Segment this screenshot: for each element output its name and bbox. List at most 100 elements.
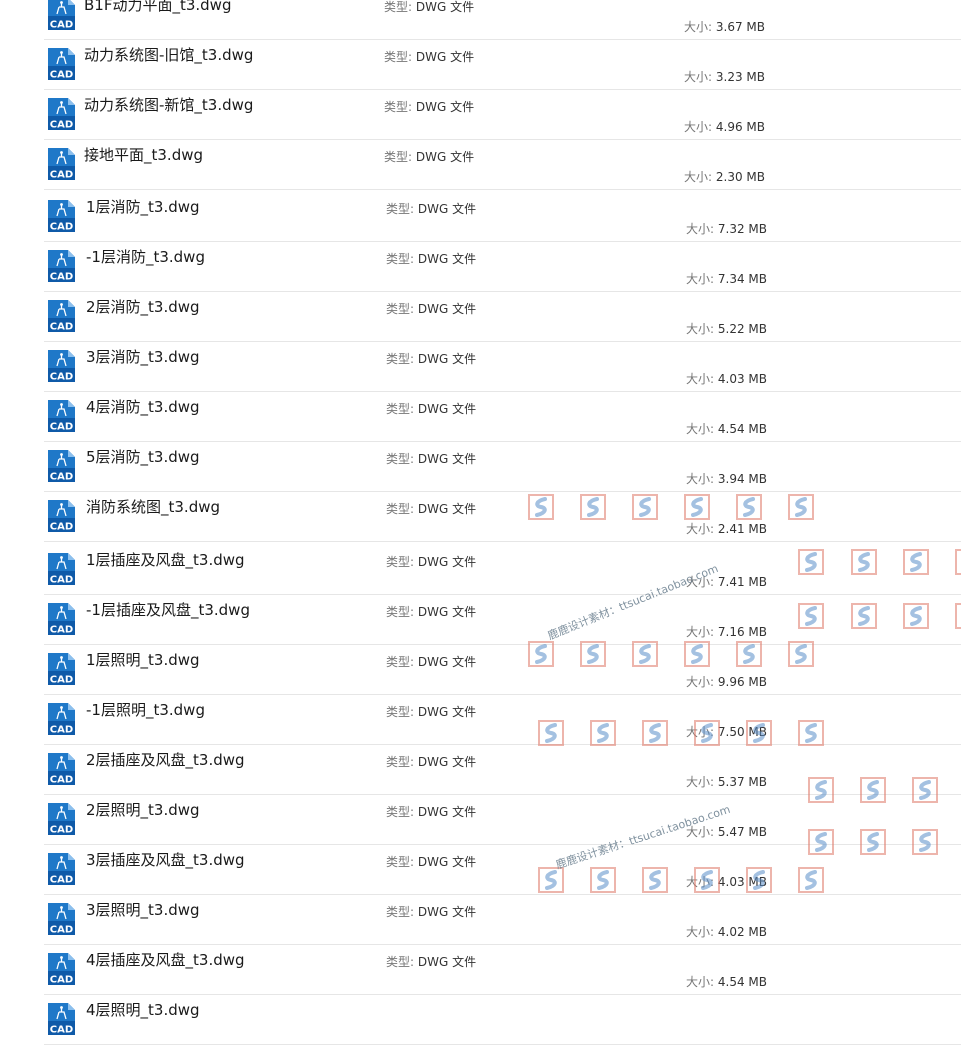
file-type: 类型: DWG 文件 <box>386 803 476 820</box>
file-size: 大小: 2.41 MB <box>686 520 767 537</box>
file-type: 类型: DWG 文件 <box>386 300 476 317</box>
file-row[interactable]: CAD 1层照明_t3.dwg 类型: DWG 文件 大小: 9.96 MB <box>44 645 961 695</box>
file-row[interactable]: CAD 消防系统图_t3.dwg 类型: DWG 文件 大小: 2.41 MB <box>44 492 961 542</box>
size-label: 大小: <box>686 272 715 286</box>
type-value: DWG 文件 <box>417 502 477 516</box>
file-type: 类型: DWG 文件 <box>386 703 476 720</box>
file-row[interactable]: CAD 3层消防_t3.dwg 类型: DWG 文件 大小: 4.03 MB <box>44 342 961 392</box>
file-size: 大小: 7.50 MB <box>686 723 767 740</box>
file-name: B1F动力平面_t3.dwg <box>84 0 232 14</box>
type-label: 类型: <box>386 502 415 516</box>
file-size: 大小: 7.41 MB <box>686 573 767 590</box>
size-label: 大小: <box>686 625 715 639</box>
size-label: 大小: <box>686 975 715 989</box>
file-row[interactable]: CAD 4层照明_t3.dwg 类型: 大小: <box>44 995 961 1045</box>
svg-text:CAD: CAD <box>50 675 73 686</box>
svg-text:CAD: CAD <box>50 422 73 433</box>
file-row[interactable]: CAD 动力系统图-旧馆_t3.dwg 类型: DWG 文件 大小: 3.23 … <box>44 40 961 90</box>
file-type: 类型: DWG 文件 <box>386 553 476 570</box>
file-name: 接地平面_t3.dwg <box>84 146 204 164</box>
file-size: 大小: 5.37 MB <box>686 773 767 790</box>
cad-file-icon: CAD <box>48 400 75 432</box>
size-value: 3.67 MB <box>715 20 765 34</box>
file-size: 大小: 4.03 MB <box>686 370 767 387</box>
type-value: DWG 文件 <box>417 655 477 669</box>
size-value: 3.23 MB <box>715 70 765 84</box>
size-value: 7.32 MB <box>717 222 767 236</box>
file-type: 类型: DWG 文件 <box>384 148 474 165</box>
cad-file-icon: CAD <box>48 98 75 130</box>
type-label: 类型: <box>386 302 415 316</box>
file-row[interactable]: CAD 4层消防_t3.dwg 类型: DWG 文件 大小: 4.54 MB <box>44 392 961 442</box>
file-row[interactable]: CAD 2层插座及风盘_t3.dwg 类型: DWG 文件 大小: 5.37 M… <box>44 745 961 795</box>
file-size: 大小: 9.96 MB <box>686 673 767 690</box>
size-value: 4.54 MB <box>717 422 767 436</box>
svg-text:CAD: CAD <box>50 20 73 31</box>
type-label: 类型: <box>384 150 413 164</box>
file-row[interactable]: CAD 3层插座及风盘_t3.dwg 类型: DWG 文件 大小: 4.03 M… <box>44 845 961 895</box>
file-row[interactable]: CAD -1层照明_t3.dwg 类型: DWG 文件 大小: 7.50 MB <box>44 695 961 745</box>
file-size: 大小: 3.23 MB <box>684 68 765 85</box>
type-label: 类型: <box>386 555 415 569</box>
cad-file-icon: CAD <box>48 250 75 282</box>
file-name: -1层插座及风盘_t3.dwg <box>86 601 250 619</box>
file-name: 5层消防_t3.dwg <box>86 448 200 466</box>
file-type: 类型: DWG 文件 <box>384 48 474 65</box>
cad-file-icon: CAD <box>48 350 75 382</box>
svg-text:CAD: CAD <box>50 575 73 586</box>
type-value: DWG 文件 <box>415 150 475 164</box>
cad-file-icon: CAD <box>48 703 75 735</box>
file-row[interactable]: CAD 1层消防_t3.dwg 类型: DWG 文件 大小: 7.32 MB <box>44 192 961 242</box>
file-row[interactable]: CAD 2层消防_t3.dwg 类型: DWG 文件 大小: 5.22 MB <box>44 292 961 342</box>
type-label: 类型: <box>386 855 415 869</box>
file-row[interactable]: CAD 2层照明_t3.dwg 类型: DWG 文件 大小: 5.47 MB <box>44 795 961 845</box>
type-value: DWG 文件 <box>417 452 477 466</box>
file-name: 2层消防_t3.dwg <box>86 298 200 316</box>
type-value: DWG 文件 <box>415 0 475 14</box>
svg-text:CAD: CAD <box>50 875 73 886</box>
size-label: 大小: <box>686 522 715 536</box>
type-value: DWG 文件 <box>417 352 477 366</box>
size-value: 9.96 MB <box>717 675 767 689</box>
file-row[interactable]: CAD B1F动力平面_t3.dwg 类型: DWG 文件 大小: 3.67 M… <box>44 0 961 40</box>
type-value: DWG 文件 <box>417 202 477 216</box>
file-row[interactable]: CAD 动力系统图-新馆_t3.dwg 类型: DWG 文件 大小: 4.96 … <box>44 90 961 140</box>
type-label: 类型: <box>384 0 413 14</box>
svg-text:CAD: CAD <box>50 272 73 283</box>
size-label: 大小: <box>686 725 715 739</box>
size-value: 5.37 MB <box>717 775 767 789</box>
svg-text:CAD: CAD <box>50 472 73 483</box>
file-size: 大小: 4.02 MB <box>686 923 767 940</box>
svg-text:CAD: CAD <box>50 522 73 533</box>
file-type: 类型: DWG 文件 <box>386 853 476 870</box>
file-type: 类型: DWG 文件 <box>386 350 476 367</box>
file-size: 大小: 5.22 MB <box>686 320 767 337</box>
file-name: 动力系统图-旧馆_t3.dwg <box>84 46 254 64</box>
file-row[interactable]: CAD -1层消防_t3.dwg 类型: DWG 文件 大小: 7.34 MB <box>44 242 961 292</box>
file-row[interactable]: CAD 5层消防_t3.dwg 类型: DWG 文件 大小: 3.94 MB <box>44 442 961 492</box>
file-name: 4层消防_t3.dwg <box>86 398 200 416</box>
type-label: 类型: <box>384 100 413 114</box>
file-size: 大小: 4.03 MB <box>686 873 767 890</box>
file-row[interactable]: CAD 3层照明_t3.dwg 类型: DWG 文件 大小: 4.02 MB <box>44 895 961 945</box>
file-row[interactable]: CAD 1层插座及风盘_t3.dwg 类型: DWG 文件 大小: 7.41 M… <box>44 545 961 595</box>
size-value: 4.03 MB <box>717 372 767 386</box>
file-type: 类型: DWG 文件 <box>386 250 476 267</box>
type-label: 类型: <box>386 755 415 769</box>
size-label: 大小: <box>686 925 715 939</box>
file-type: 类型: DWG 文件 <box>386 400 476 417</box>
cad-file-icon: CAD <box>48 300 75 332</box>
file-size: 大小: 4.54 MB <box>686 420 767 437</box>
file-name: 3层插座及风盘_t3.dwg <box>86 851 245 869</box>
svg-text:CAD: CAD <box>50 1025 73 1036</box>
file-name: 4层插座及风盘_t3.dwg <box>86 951 245 969</box>
file-list: CAD B1F动力平面_t3.dwg 类型: DWG 文件 大小: 3.67 M… <box>0 0 961 1045</box>
file-row[interactable]: CAD 4层插座及风盘_t3.dwg 类型: DWG 文件 大小: 4.54 M… <box>44 945 961 995</box>
file-row[interactable]: CAD -1层插座及风盘_t3.dwg 类型: DWG 文件 大小: 7.16 … <box>44 595 961 645</box>
file-name: 1层照明_t3.dwg <box>86 651 200 669</box>
type-value: DWG 文件 <box>415 50 475 64</box>
file-size: 大小: 3.94 MB <box>686 470 767 487</box>
file-row[interactable]: CAD 接地平面_t3.dwg 类型: DWG 文件 大小: 2.30 MB <box>44 140 961 190</box>
file-type: 类型: DWG 文件 <box>384 0 474 15</box>
svg-text:CAD: CAD <box>50 625 73 636</box>
